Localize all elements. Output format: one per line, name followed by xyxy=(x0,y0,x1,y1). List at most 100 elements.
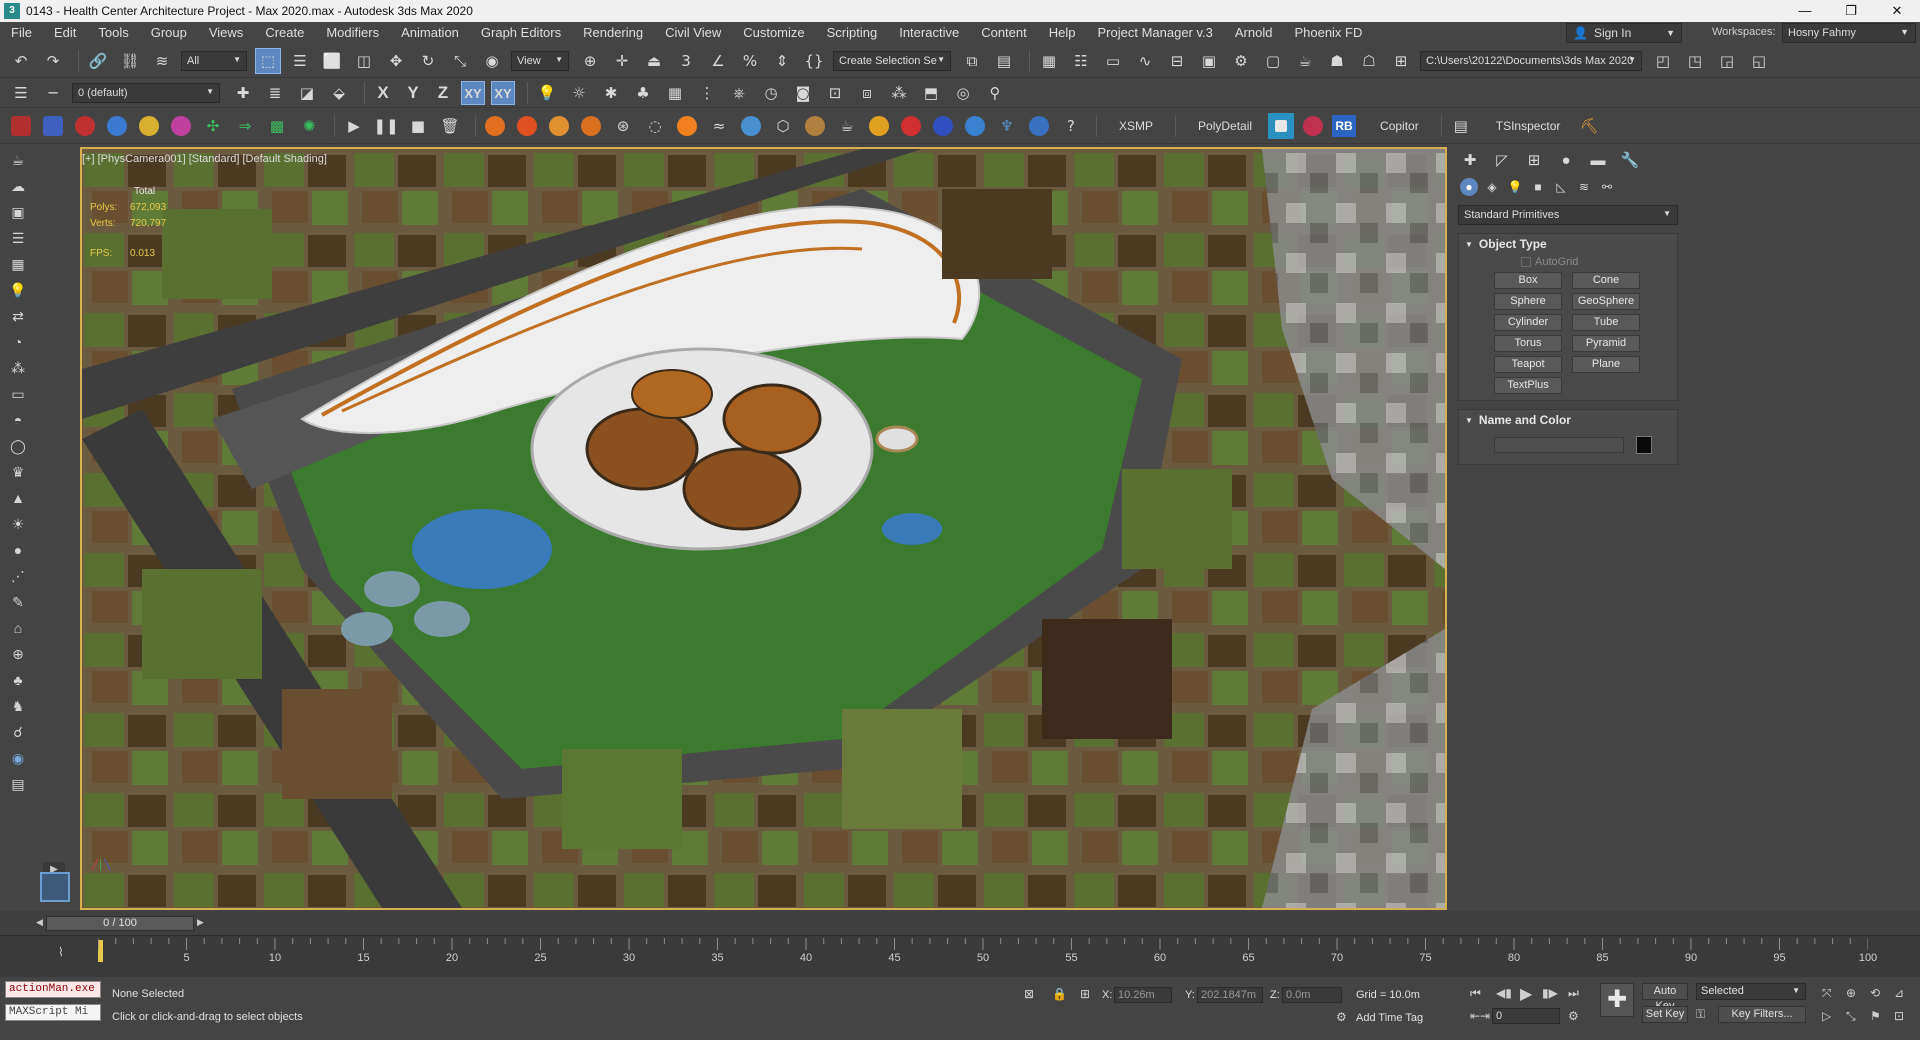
align-icon[interactable]: ▤ xyxy=(991,48,1017,74)
spacing-tool-icon[interactable]: ⋮ xyxy=(694,80,720,106)
plane-button[interactable]: Plane xyxy=(1572,356,1640,373)
menu-tools[interactable]: Tools xyxy=(87,22,139,44)
wave-icon[interactable]: ≈ xyxy=(706,113,732,139)
systems-icon[interactable]: ⚯ xyxy=(1598,178,1616,196)
track-bar[interactable]: ⌇ 5 10 15 20 25 30 35 40 45 50 55 60 65 70 75 80 85 90 95 1… xyxy=(0,935,1920,977)
object-color-swatch[interactable] xyxy=(1636,436,1652,454)
fire-source-icon[interactable] xyxy=(514,113,540,139)
maxscript-listener-output[interactable]: actionMan.exe xyxy=(5,981,101,998)
zoom-all-icon[interactable]: ⊕ xyxy=(1846,986,1856,1000)
sun-icon[interactable]: ☀ xyxy=(5,513,31,535)
foam-icon[interactable]: ◌ xyxy=(642,113,668,139)
circle-blue-icon[interactable]: ◉ xyxy=(5,747,31,769)
set-current-layer-icon[interactable]: ⬙ xyxy=(326,80,352,106)
render-iterative-icon[interactable]: ☗ xyxy=(1324,48,1350,74)
scatter-icon[interactable]: ✱ xyxy=(598,80,624,106)
move-icon[interactable]: ✥ xyxy=(383,48,409,74)
menu-project-manager[interactable]: Project Manager v.3 xyxy=(1087,22,1224,44)
blue-ring-icon[interactable] xyxy=(930,113,956,139)
table-icon[interactable]: ▤ xyxy=(1448,113,1474,139)
bucket-icon[interactable] xyxy=(802,113,828,139)
next-key-icon[interactable]: ▮▶ xyxy=(1542,986,1558,1000)
globe-icon[interactable]: ⊕ xyxy=(5,643,31,665)
schematic-view-icon[interactable]: ⊟ xyxy=(1164,48,1190,74)
copitor-button[interactable]: Copitor xyxy=(1380,119,1419,133)
maximize-viewport-icon[interactable]: ⊡ xyxy=(1894,1009,1904,1023)
selection-lock-icon[interactable]: 🔒 xyxy=(1052,987,1067,1001)
grid-panel-icon[interactable]: ▦ xyxy=(662,80,688,106)
selection-filter-dropdown[interactable]: All ▼ xyxy=(181,50,247,71)
object-name-field[interactable] xyxy=(1494,437,1624,453)
box-icon[interactable]: ▭ xyxy=(5,383,31,405)
hierarchy-tab-icon[interactable]: ⊞ xyxy=(1522,150,1546,172)
hf-icon[interactable]: ☌ xyxy=(5,721,31,743)
menu-customize[interactable]: Customize xyxy=(732,22,815,44)
redo-icon[interactable]: ↷ xyxy=(40,48,66,74)
shapes-icon[interactable]: ◈ xyxy=(1483,178,1501,196)
clock-icon[interactable]: ◷ xyxy=(758,80,784,106)
minimize-button[interactable]: — xyxy=(1782,0,1828,22)
menu-edit[interactable]: Edit xyxy=(43,22,87,44)
box-button[interactable]: Box xyxy=(1494,272,1562,289)
ribbon-toggle-icon[interactable]: ▭ xyxy=(1100,48,1126,74)
scene-explorer-icon[interactable]: ▦ xyxy=(1036,48,1062,74)
layer-visibility-icon[interactable]: ─ xyxy=(40,80,66,106)
curve-editor-icon[interactable]: ∿ xyxy=(1132,48,1158,74)
undo-icon[interactable]: ↶ xyxy=(8,48,34,74)
pyramid-button[interactable]: Pyramid xyxy=(1572,335,1640,352)
field-of-view-icon[interactable]: ⊿ xyxy=(1894,986,1904,1000)
menu-animation[interactable]: Animation xyxy=(390,22,470,44)
project-manager-add-icon[interactable]: ◳ xyxy=(1682,48,1708,74)
select-by-name-icon[interactable]: ☰ xyxy=(287,48,313,74)
viewport-label[interactable]: [+] [PhysCamera001] [Standard] [Default … xyxy=(82,153,327,165)
cone-icon[interactable]: ▲ xyxy=(5,487,31,509)
grid-green-icon[interactable]: ▩ xyxy=(264,113,290,139)
xsmp-button[interactable]: XSMP xyxy=(1119,119,1153,133)
cup-icon[interactable]: ☕ xyxy=(834,113,860,139)
maximize-button[interactable]: ❐ xyxy=(1828,0,1874,22)
key-mode-toggle-icon[interactable]: ⚿ xyxy=(1696,1007,1705,1022)
clock-icon[interactable]: ◔ xyxy=(5,331,31,353)
menu-views[interactable]: Views xyxy=(198,22,254,44)
pause-simulation-icon[interactable]: ❚❚ xyxy=(373,113,399,139)
curve-editor-mini-icon[interactable]: ⌇ xyxy=(58,945,64,959)
blue-dot-icon[interactable] xyxy=(962,113,988,139)
category-dropdown[interactable]: Standard Primitives ▼ xyxy=(1458,205,1678,225)
menu-graph-editors[interactable]: Graph Editors xyxy=(470,22,572,44)
paint-icon[interactable]: ✎ xyxy=(5,591,31,613)
animal-icon[interactable]: ♞ xyxy=(5,695,31,717)
space-warps-icon[interactable]: ≋ xyxy=(1575,178,1593,196)
viewport-layout-icon[interactable]: ⬒ xyxy=(918,80,944,106)
maxscript-mini-listener[interactable]: MAXScript Mi xyxy=(5,1004,101,1021)
play-simulation-icon[interactable]: ▶ xyxy=(341,113,367,139)
current-frame-field[interactable]: 0 xyxy=(1492,1008,1560,1024)
y-coord-field[interactable]: 202.1847m xyxy=(1197,987,1263,1003)
auto-key-button[interactable]: Auto Key xyxy=(1642,983,1688,1012)
x-coord-field[interactable]: 10.26m xyxy=(1114,987,1172,1003)
utilities-tab-icon[interactable]: 🔧 xyxy=(1618,150,1642,172)
mirror-icon[interactable]: ⧉ xyxy=(959,48,985,74)
script-icon[interactable]: ▤ xyxy=(5,773,31,795)
helpers-icon[interactable]: ◺ xyxy=(1552,178,1570,196)
menu-phoenix-fd[interactable]: Phoenix FD xyxy=(1283,22,1373,44)
lights-icon[interactable]: 💡 xyxy=(1506,178,1524,196)
key-target-dropdown[interactable]: Selected ▼ xyxy=(1696,983,1806,1000)
project-manager-tree-icon[interactable]: ◲ xyxy=(1714,48,1740,74)
trash-icon[interactable]: 🗑 xyxy=(437,113,463,139)
unlink-icon[interactable]: ⛓ xyxy=(117,48,143,74)
scene-icon[interactable]: ▣ xyxy=(5,201,31,223)
octopus-icon[interactable]: ♆ xyxy=(994,113,1020,139)
display-tab-icon[interactable]: ▬ xyxy=(1586,150,1610,172)
cube-cyan-icon[interactable] xyxy=(1268,112,1295,139)
go-to-end-icon[interactable]: ⏭ xyxy=(1568,986,1579,1001)
particle-view-icon[interactable]: ⁂ xyxy=(886,80,912,106)
tsinspector-button[interactable]: TSInspector xyxy=(1496,119,1561,133)
modify-tab-icon[interactable]: ◸ xyxy=(1490,150,1514,172)
previous-frame-icon[interactable]: ◀ xyxy=(36,917,43,928)
polydetail-button[interactable]: PolyDetail xyxy=(1198,119,1252,133)
tag-icon[interactable]: ⎈ xyxy=(726,80,752,106)
previous-key-icon[interactable]: ◀▮ xyxy=(1496,986,1512,1000)
cloud-icon[interactable]: ☁ xyxy=(5,175,31,197)
create-tab-icon[interactable]: ✚ xyxy=(1458,150,1482,172)
burst-green-icon[interactable]: ✺ xyxy=(296,113,322,139)
